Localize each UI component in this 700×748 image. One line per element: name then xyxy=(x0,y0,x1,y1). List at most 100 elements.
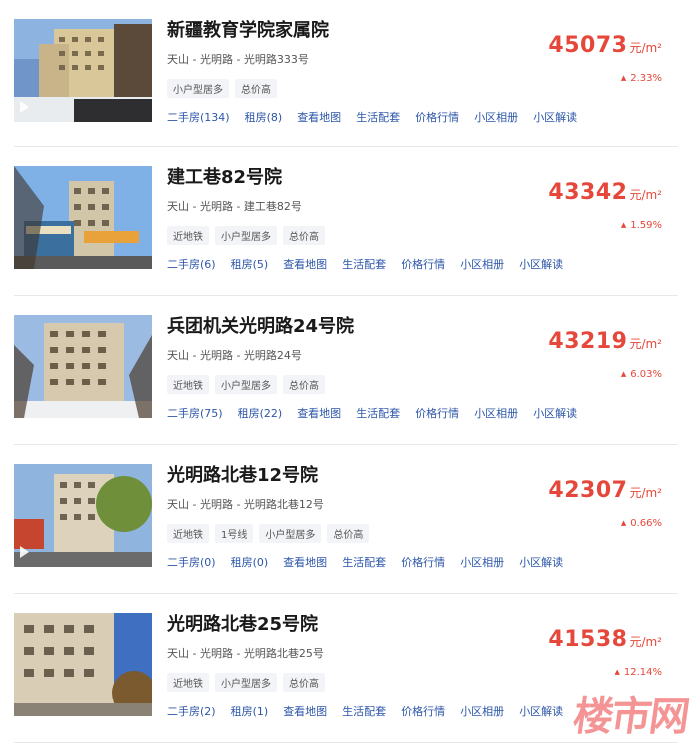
price: 45073 元/m² xyxy=(548,33,662,58)
community-links: 二手房(2) 租房(1) 查看地图 生活配套 价格行情 小区相册 小区解读 xyxy=(167,703,578,719)
link-rent[interactable]: 租房(0) xyxy=(231,554,269,570)
tag: 小户型居多 xyxy=(215,673,277,692)
link-album[interactable]: 小区相册 xyxy=(460,256,504,272)
price-change: ▲ 0.66% xyxy=(621,518,662,529)
tag: 总价高 xyxy=(283,375,325,394)
community-links: 二手房(6) 租房(5) 查看地图 生活配套 价格行情 小区相册 小区解读 xyxy=(167,256,578,272)
link-rent[interactable]: 租房(22) xyxy=(238,405,283,421)
community-list: 新疆教育学院家属院 天山 - 光明路 - 光明路333号 小户型居多 总价高 二… xyxy=(14,0,678,743)
price-change: ▲ 1.59% xyxy=(621,220,662,231)
building-photo xyxy=(14,166,152,269)
tag-list: 近地铁 小户型居多 总价高 xyxy=(167,673,325,692)
community-address: 天山 - 光明路 - 光明路北巷12号 xyxy=(167,498,324,511)
price: 43219 元/m² xyxy=(548,329,662,354)
price-change: ▲ 6.03% xyxy=(621,369,662,380)
site-watermark: 楼市网 xyxy=(570,694,691,740)
link-amenities[interactable]: 生活配套 xyxy=(356,109,400,125)
price-value: 43219 xyxy=(548,329,628,354)
building-photo xyxy=(14,315,152,418)
list-item[interactable]: 光明路北巷12号院 天山 - 光明路 - 光明路北巷12号 近地铁 1号线 小户… xyxy=(14,445,678,594)
link-price-trend[interactable]: 价格行情 xyxy=(415,405,459,421)
link-map[interactable]: 查看地图 xyxy=(283,554,327,570)
community-photo[interactable] xyxy=(14,19,152,122)
list-item[interactable]: 建工巷82号院 天山 - 光明路 - 建工巷82号 近地铁 小户型居多 总价高 … xyxy=(14,147,678,296)
link-price-trend[interactable]: 价格行情 xyxy=(401,703,445,719)
link-analysis[interactable]: 小区解读 xyxy=(533,109,577,125)
tag: 近地铁 xyxy=(167,524,209,543)
link-analysis[interactable]: 小区解读 xyxy=(519,703,563,719)
link-amenities[interactable]: 生活配套 xyxy=(342,256,386,272)
community-address: 天山 - 光明路 - 光明路24号 xyxy=(167,349,302,362)
link-price-trend[interactable]: 价格行情 xyxy=(415,109,459,125)
community-links: 二手房(134) 租房(8) 查看地图 生活配套 价格行情 小区相册 小区解读 xyxy=(167,109,592,125)
price-value: 41538 xyxy=(548,627,628,652)
price-change-value: 2.33% xyxy=(630,73,662,84)
price-unit: 元/m² xyxy=(629,486,662,500)
link-map[interactable]: 查看地图 xyxy=(283,256,327,272)
community-photo[interactable] xyxy=(14,613,152,716)
tag: 小户型居多 xyxy=(215,375,277,394)
link-album[interactable]: 小区相册 xyxy=(474,109,518,125)
link-secondhand[interactable]: 二手房(75) xyxy=(167,405,223,421)
tag-list: 近地铁 1号线 小户型居多 总价高 xyxy=(167,524,370,543)
community-links: 二手房(0) 租房(0) 查看地图 生活配套 价格行情 小区相册 小区解读 xyxy=(167,554,578,570)
link-analysis[interactable]: 小区解读 xyxy=(533,405,577,421)
price-value: 43342 xyxy=(548,180,628,205)
community-title[interactable]: 光明路北巷25号院 xyxy=(167,610,318,636)
price-value: 45073 xyxy=(548,33,628,58)
link-secondhand[interactable]: 二手房(2) xyxy=(167,703,216,719)
community-title[interactable]: 建工巷82号院 xyxy=(167,163,282,189)
link-rent[interactable]: 租房(5) xyxy=(231,256,269,272)
play-icon[interactable] xyxy=(20,101,29,113)
triangle-up-icon: ▲ xyxy=(620,519,627,527)
link-album[interactable]: 小区相册 xyxy=(474,405,518,421)
link-rent[interactable]: 租房(1) xyxy=(231,703,269,719)
link-amenities[interactable]: 生活配套 xyxy=(342,703,386,719)
tag: 小户型居多 xyxy=(167,79,229,98)
tag: 总价高 xyxy=(327,524,370,543)
link-analysis[interactable]: 小区解读 xyxy=(519,256,563,272)
tag: 总价高 xyxy=(235,79,277,98)
link-album[interactable]: 小区相册 xyxy=(460,554,504,570)
price-change-value: 6.03% xyxy=(630,369,662,380)
link-map[interactable]: 查看地图 xyxy=(283,703,327,719)
link-map[interactable]: 查看地图 xyxy=(297,405,341,421)
triangle-up-icon: ▲ xyxy=(620,74,627,82)
building-photo xyxy=(14,19,152,122)
list-item[interactable]: 兵团机关光明路24号院 天山 - 光明路 - 光明路24号 近地铁 小户型居多 … xyxy=(14,296,678,445)
community-address: 天山 - 光明路 - 光明路333号 xyxy=(167,53,309,66)
community-links: 二手房(75) 租房(22) 查看地图 生活配套 价格行情 小区相册 小区解读 xyxy=(167,405,592,421)
link-secondhand[interactable]: 二手房(0) xyxy=(167,554,216,570)
triangle-up-icon: ▲ xyxy=(614,668,620,676)
link-amenities[interactable]: 生活配套 xyxy=(342,554,386,570)
tag-list: 近地铁 小户型居多 总价高 xyxy=(167,375,325,394)
community-title[interactable]: 兵团机关光明路24号院 xyxy=(167,312,354,338)
link-amenities[interactable]: 生活配套 xyxy=(356,405,400,421)
link-map[interactable]: 查看地图 xyxy=(297,109,341,125)
tag: 近地铁 xyxy=(167,375,209,394)
community-title[interactable]: 新疆教育学院家属院 xyxy=(167,16,329,42)
tag-list: 近地铁 小户型居多 总价高 xyxy=(167,226,325,245)
community-address: 天山 - 光明路 - 光明路北巷25号 xyxy=(167,647,324,660)
link-album[interactable]: 小区相册 xyxy=(460,703,504,719)
tag: 1号线 xyxy=(215,524,254,543)
price-unit: 元/m² xyxy=(629,188,662,202)
price: 41538 元/m² xyxy=(548,627,662,652)
link-price-trend[interactable]: 价格行情 xyxy=(401,554,445,570)
link-rent[interactable]: 租房(8) xyxy=(245,109,283,125)
community-photo[interactable] xyxy=(14,464,152,567)
price: 43342 元/m² xyxy=(548,180,662,205)
play-icon[interactable] xyxy=(20,546,29,558)
link-price-trend[interactable]: 价格行情 xyxy=(401,256,445,272)
community-photo[interactable] xyxy=(14,315,152,418)
list-item[interactable]: 新疆教育学院家属院 天山 - 光明路 - 光明路333号 小户型居多 总价高 二… xyxy=(14,0,678,147)
community-photo[interactable] xyxy=(14,166,152,269)
triangle-up-icon: ▲ xyxy=(620,370,627,378)
community-title[interactable]: 光明路北巷12号院 xyxy=(167,461,318,487)
price-unit: 元/m² xyxy=(629,635,662,649)
tag: 近地铁 xyxy=(167,673,209,692)
link-analysis[interactable]: 小区解读 xyxy=(519,554,563,570)
building-photo xyxy=(14,613,152,716)
link-secondhand[interactable]: 二手房(6) xyxy=(167,256,216,272)
link-secondhand[interactable]: 二手房(134) xyxy=(167,109,230,125)
